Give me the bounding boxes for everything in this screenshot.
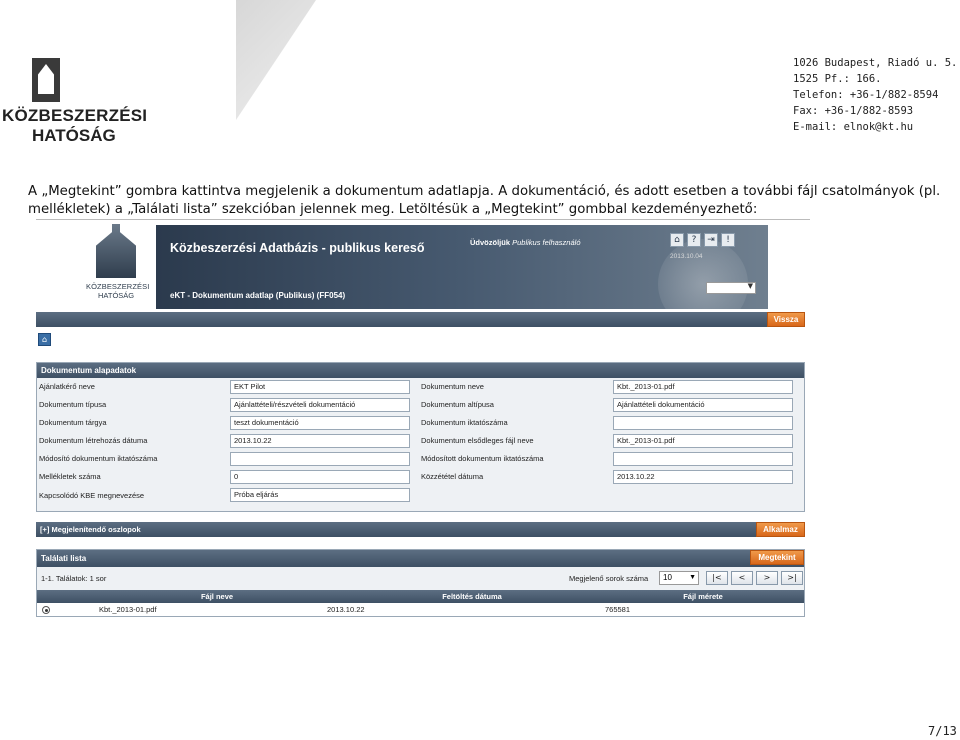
alert-icon[interactable]: !: [721, 233, 735, 247]
view-button[interactable]: Megtekint: [750, 550, 804, 565]
panel-title: Dokumentum alapadatok: [37, 363, 804, 378]
field-label: Dokumentum létrehozás dátuma: [39, 436, 148, 445]
prev-page-button[interactable]: <: [731, 571, 753, 585]
field-label: Közzététel dátuma: [421, 472, 484, 481]
field-value: Ajánlattételi/részvételi dokumentáció: [230, 398, 410, 412]
field-value: 2013.10.22: [230, 434, 410, 448]
columns-toggle[interactable]: [+] Megjelenítendő oszlopok: [36, 522, 805, 537]
field-label: Dokumentum elsődleges fájl neve: [421, 436, 534, 445]
upload-date-cell: 2013.10.22: [327, 605, 365, 614]
field-label: Ajánlatkérő neve: [39, 382, 95, 391]
column-header[interactable]: Fájl neve: [97, 590, 337, 603]
results-info: 1-1. Találatok: 1 sor: [41, 574, 107, 583]
field-label: Mellékletek száma: [39, 472, 101, 481]
field-label: Kapcsolódó KBE megnevezése: [39, 491, 145, 500]
field-label: Dokumentum iktatószáma: [421, 418, 508, 427]
tower-logo-icon: [32, 58, 60, 102]
address-line: 1525 Pf.: 166.: [793, 73, 882, 85]
address-line: 1026 Budapest, Riadó u. 5.: [793, 57, 958, 69]
address-line: Fax: +36-1/882-8593: [793, 105, 914, 117]
field-value: [613, 416, 793, 430]
welcome-user: Publikus felhasználó: [512, 238, 581, 247]
first-page-button[interactable]: |<: [706, 571, 728, 585]
decorative-diagonal: [236, 0, 316, 120]
field-label: Módosító dokumentum iktatószáma: [39, 454, 158, 463]
field-value: 0: [230, 470, 410, 484]
next-page-button[interactable]: >: [756, 571, 778, 585]
field-value: [230, 452, 410, 466]
logo-line2: HATÓSÁG: [32, 126, 116, 145]
field-label: Dokumentum tárgya: [39, 418, 107, 427]
nav-bar: [36, 312, 805, 327]
welcome-bold: Üdvözöljük: [470, 238, 511, 247]
results-title: Találati lista: [37, 550, 804, 567]
app-logo-line1: KÖZBESZERZÉSI: [86, 282, 150, 291]
app-banner: Közbeszerzési Adatbázis - publikus keres…: [156, 225, 768, 309]
field-value: Ajánlattételi dokumentáció: [613, 398, 793, 412]
banner-toolbar: ⌂ ? ⇥ !: [670, 233, 735, 247]
apply-button[interactable]: Alkalmaz: [756, 522, 805, 537]
field-value: Próba eljárás: [230, 488, 410, 502]
home-icon[interactable]: ⌂: [38, 333, 51, 346]
field-label: Dokumentum típusa: [39, 400, 107, 409]
column-header[interactable]: Fájl mérete: [603, 590, 803, 603]
field-value: EKT Pilot: [230, 380, 410, 394]
banner-date: 2013.10.04: [670, 253, 703, 260]
rows-per-page-select[interactable]: 10: [659, 571, 699, 585]
address-line: E-mail: elnok@kt.hu: [793, 121, 914, 133]
logo-line1: KÖZBESZERZÉSI: [2, 106, 148, 125]
help-icon[interactable]: ?: [687, 233, 701, 247]
column-header[interactable]: Feltöltés dátuma: [327, 590, 617, 603]
field-value: Kbt._2013-01.pdf: [613, 434, 793, 448]
page-subtitle: eKT - Dokumentum adatlap (Publikus) (FF0…: [170, 291, 346, 300]
file-size-cell: 765581: [605, 605, 631, 614]
table-row[interactable]: Kbt._2013-01.pdf 2013.10.22 765581: [37, 603, 804, 616]
address-line: Telefon: +36-1/882-8594: [793, 89, 939, 101]
welcome-text: Üdvözöljük Publikus felhasználó: [470, 238, 581, 247]
app-tower-icon: [96, 224, 136, 278]
separator-line: [36, 219, 810, 220]
results-panel: Találati lista 1-1. Találatok: 1 sor Meg…: [36, 549, 805, 617]
page-number: 7/13: [928, 724, 957, 738]
app-logo-line2: HATÓSÁG: [98, 291, 135, 300]
field-value: [613, 452, 793, 466]
intro-paragraph: A „Megtekint” gombra kattintva megjeleni…: [28, 184, 941, 217]
rows-per-page-label: Megjelenő sorok száma: [569, 574, 649, 583]
field-label: Módosított dokumentum iktatószáma: [421, 454, 544, 463]
app-logo: KÖZBESZERZÉSI HATÓSÁG: [86, 224, 150, 300]
contact-address: 1026 Budapest, Riadó u. 5. 1525 Pf.: 166…: [793, 55, 957, 135]
app-title: Közbeszerzési Adatbázis - publikus keres…: [170, 241, 425, 255]
last-page-button[interactable]: >|: [781, 571, 803, 585]
home-icon[interactable]: ⌂: [670, 233, 684, 247]
language-select[interactable]: [706, 282, 756, 294]
field-value: Kbt._2013-01.pdf: [613, 380, 793, 394]
back-button[interactable]: Vissza: [767, 312, 805, 327]
table-header: Fájl neve Feltöltés dátuma Fájl mérete: [37, 590, 804, 603]
document-basic-data-panel: Dokumentum alapadatok Ajánlatkérő neve E…: [36, 362, 805, 512]
field-label: Dokumentum altípusa: [421, 400, 494, 409]
row-select-radio[interactable]: [42, 606, 50, 614]
authority-logo: KÖZBESZERZÉSI HATÓSÁG: [2, 58, 148, 146]
field-label: Dokumentum neve: [421, 382, 484, 391]
field-value: 2013.10.22: [613, 470, 793, 484]
logout-icon[interactable]: ⇥: [704, 233, 718, 247]
field-value: teszt dokumentáció: [230, 416, 410, 430]
file-name-cell: Kbt._2013-01.pdf: [99, 605, 157, 614]
